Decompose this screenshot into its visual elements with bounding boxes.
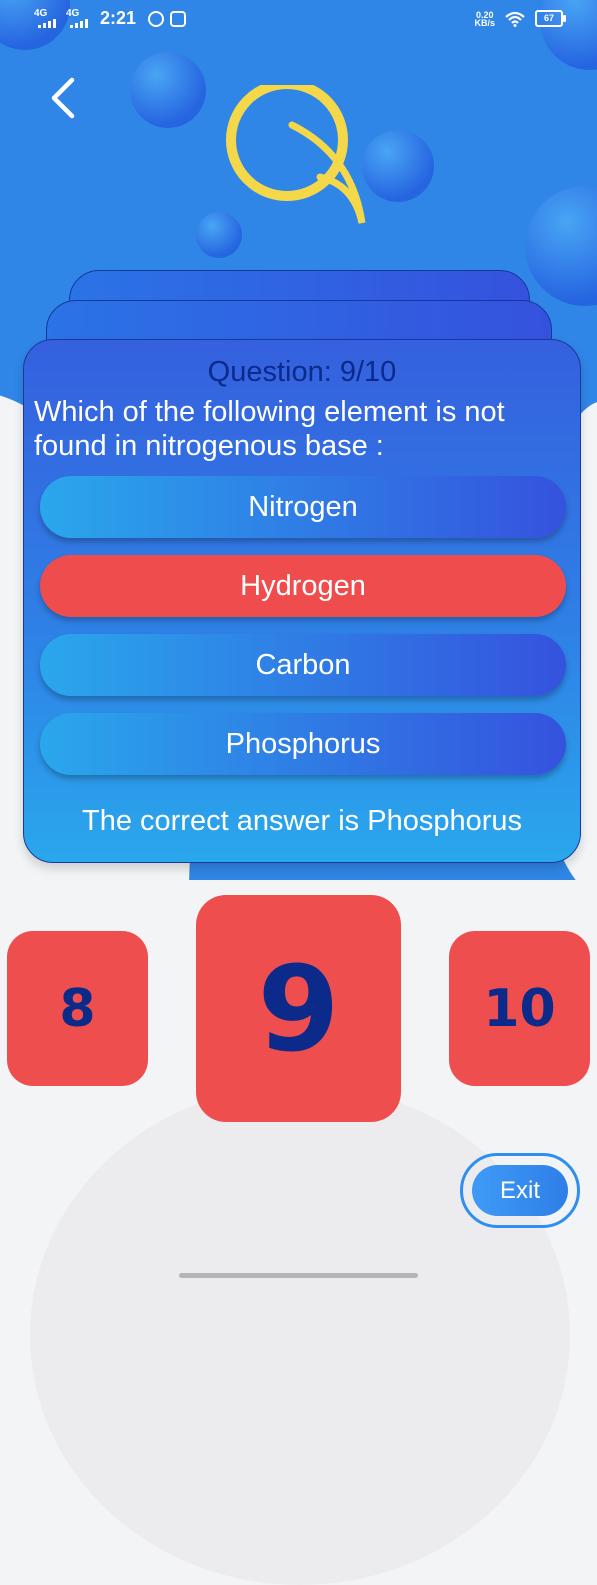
previous-question-tile[interactable]: 8 bbox=[7, 931, 148, 1086]
question-counter: Question: 9/10 bbox=[207, 356, 397, 388]
question-text: Which of the following element is not fo… bbox=[34, 396, 505, 462]
decor-bubble bbox=[362, 130, 434, 202]
option-button[interactable]: Phosphorus bbox=[40, 713, 566, 775]
network-type-label: 4G bbox=[66, 7, 80, 19]
home-indicator[interactable] bbox=[179, 1273, 418, 1278]
battery-icon: 67 bbox=[535, 10, 566, 27]
exit-button[interactable]: Exit bbox=[472, 1165, 568, 1216]
whatsapp-icon bbox=[148, 10, 165, 27]
option-button[interactable]: Carbon bbox=[40, 634, 566, 696]
wifi-icon bbox=[505, 11, 525, 27]
back-button[interactable] bbox=[42, 70, 90, 126]
network-speed: 0.20 KB/s bbox=[474, 10, 495, 28]
network-type-label: 4G bbox=[34, 7, 48, 19]
status-time: 2:21 bbox=[100, 8, 137, 28]
option-button[interactable]: Hydrogen bbox=[40, 555, 566, 617]
exit-button-outline: Exit bbox=[460, 1153, 580, 1228]
q-logo-icon bbox=[226, 85, 366, 224]
next-question-tile[interactable]: 10 bbox=[449, 931, 590, 1086]
cellular-signal-icon: 4G bbox=[66, 7, 92, 29]
cellular-signal-icon: 4G bbox=[34, 7, 60, 29]
option-button[interactable]: Nitrogen bbox=[40, 476, 566, 538]
current-question-tile: 9 bbox=[196, 895, 401, 1122]
chevron-left-icon bbox=[51, 77, 75, 119]
correct-answer-text: The correct answer is Phosphorus bbox=[81, 805, 523, 837]
usb-icon bbox=[170, 10, 187, 27]
status-bar: 4G 4G 2:21 0.20 KB/s 67 bbox=[0, 8, 597, 40]
question-card: Question: 9/10 Which of the following el… bbox=[23, 339, 581, 863]
decor-bubble bbox=[130, 52, 206, 128]
decor-bubble bbox=[525, 186, 597, 306]
network-speed-unit: KB/s bbox=[474, 17, 495, 28]
